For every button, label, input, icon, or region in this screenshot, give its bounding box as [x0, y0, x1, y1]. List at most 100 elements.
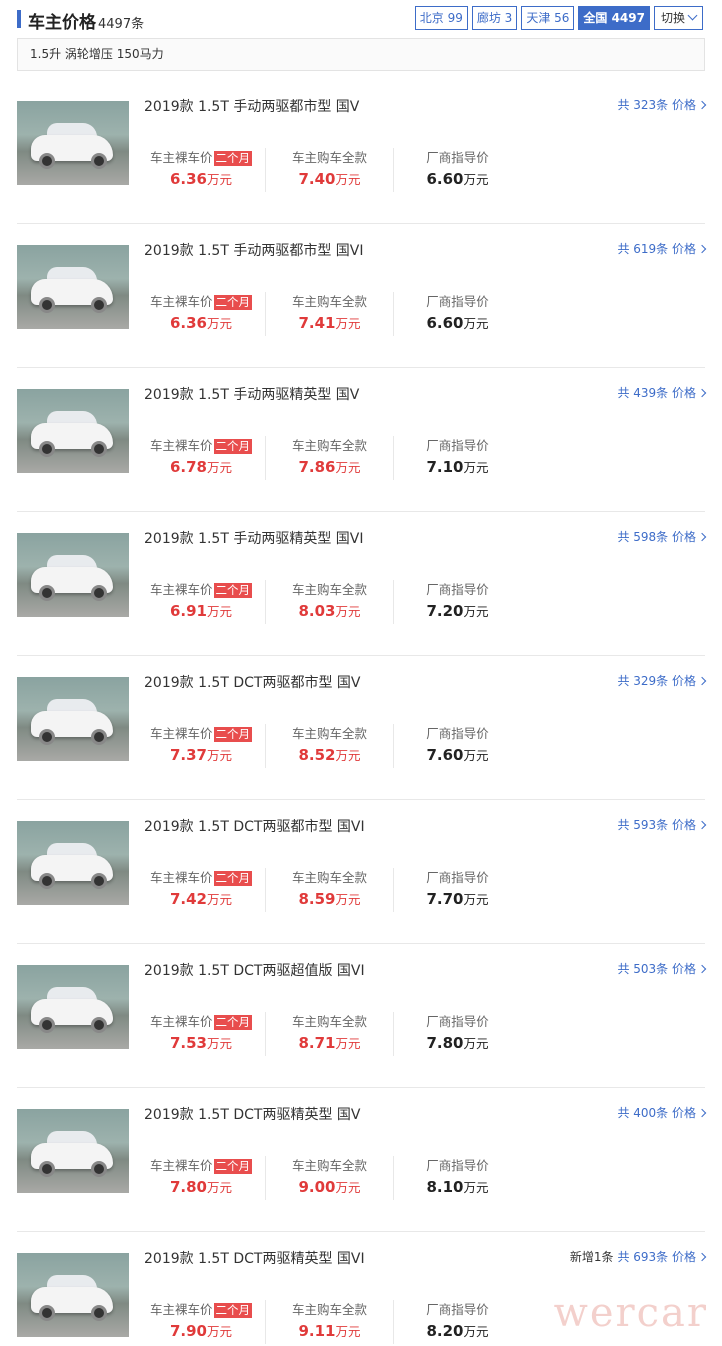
price-count-link[interactable]: 新增1条共 693条 价格: [569, 1248, 707, 1265]
value-text: 6.36: [169, 314, 207, 332]
period-badge: 二个月: [213, 727, 252, 742]
value-text: 7.60: [426, 746, 464, 764]
price-columns: 车主裸车价 二个月 6.36万元 车主购车全款 7.41万元 厂商指导价 6.60…: [137, 292, 521, 336]
guide-price-label: 厂商指导价: [426, 1302, 489, 1317]
price-count-link[interactable]: 共 323条 价格: [613, 96, 707, 113]
price-count-text: 共 323条 价格: [617, 98, 696, 112]
chevron-right-icon: [697, 100, 707, 110]
model-name[interactable]: 2019款 1.5T 手动两驱都市型 国VI: [144, 240, 364, 260]
guide-price-label: 厂商指导价: [426, 1158, 489, 1173]
value-text: 7.80: [426, 1034, 464, 1052]
value-text: 万元: [463, 172, 489, 187]
value-text: 万元: [335, 892, 361, 907]
price-columns: 车主裸车价 二个月 6.91万元 车主购车全款 8.03万元 厂商指导价 7.20…: [137, 580, 521, 624]
price-columns: 车主裸车价 二个月 7.37万元 车主购车全款 8.52万元 厂商指导价 7.60…: [137, 724, 521, 768]
period-badge: 二个月: [213, 583, 252, 598]
full-price-label: 车主购车全款: [291, 294, 367, 309]
list-item: 2019款 1.5T DCT两驱精英型 国V 共 400条 价格 车主裸车价 二个…: [17, 1088, 707, 1232]
full-price-value: 9.11万元: [266, 1320, 393, 1343]
value-text: 万元: [207, 172, 233, 187]
value-text: 万元: [463, 604, 489, 619]
guide-price-value: 7.20万元: [394, 600, 521, 623]
car-wheel-shape: [91, 1017, 107, 1033]
value-text: 万元: [335, 748, 361, 763]
guide-price-column: 厂商指导价 7.60万元: [393, 724, 521, 768]
guide-price-value: 7.10万元: [394, 456, 521, 479]
chevron-right-icon: [697, 1108, 707, 1118]
car-thumbnail[interactable]: [17, 821, 129, 905]
full-price-column: 车主购车全款 8.52万元: [265, 724, 393, 768]
guide-price-value: 8.20万元: [394, 1320, 521, 1343]
car-thumbnail[interactable]: [17, 389, 129, 473]
naked-price-value: 7.53万元: [137, 1032, 265, 1055]
naked-price-label: 车主裸车价: [149, 294, 213, 309]
value-text: 万元: [207, 460, 233, 475]
car-wheel-shape: [39, 873, 55, 889]
car-thumbnail[interactable]: [17, 245, 129, 329]
car-thumbnail[interactable]: [17, 677, 129, 761]
price-count-link[interactable]: 共 503条 价格: [613, 960, 707, 977]
full-price-value: 8.52万元: [266, 744, 393, 767]
price-count-link[interactable]: 共 439条 价格: [613, 384, 707, 401]
car-thumbnail[interactable]: [17, 965, 129, 1049]
region-langfang-button[interactable]: 廊坊 3: [471, 6, 518, 30]
model-name[interactable]: 2019款 1.5T 手动两驱精英型 国V: [144, 384, 359, 404]
model-name[interactable]: 2019款 1.5T DCT两驱都市型 国VI: [144, 816, 365, 836]
model-name[interactable]: 2019款 1.5T DCT两驱精英型 国VI: [144, 1248, 365, 1268]
price-count-link[interactable]: 共 329条 价格: [613, 672, 707, 689]
naked-price-label: 车主裸车价: [149, 1158, 213, 1173]
price-count-text: 共 693条 价格: [617, 1250, 696, 1264]
new-count: 新增1条: [569, 1250, 614, 1264]
chevron-right-icon: [697, 388, 707, 398]
model-name[interactable]: 2019款 1.5T DCT两驱超值版 国VI: [144, 960, 365, 980]
model-name[interactable]: 2019款 1.5T 手动两驱都市型 国V: [144, 96, 359, 116]
full-price-column: 车主购车全款 7.41万元: [265, 292, 393, 336]
switch-region-button[interactable]: 切换: [653, 6, 703, 30]
naked-price-label: 车主裸车价: [149, 438, 213, 453]
region-national-button[interactable]: 全国 4497: [578, 6, 650, 30]
guide-price-column: 厂商指导价 6.60万元: [393, 148, 521, 192]
region-beijing-button[interactable]: 北京 99: [414, 6, 468, 30]
list-item: 2019款 1.5T 手动两驱都市型 国VI 共 619条 价格 车主裸车价 二个…: [17, 224, 707, 368]
period-badge: 二个月: [213, 151, 252, 166]
car-wheel-shape: [91, 729, 107, 745]
guide-price-value: 8.10万元: [394, 1176, 521, 1199]
value-text: 7.90: [169, 1322, 207, 1340]
model-name[interactable]: 2019款 1.5T DCT两驱精英型 国V: [144, 1104, 360, 1124]
naked-price-value: 7.90万元: [137, 1320, 265, 1343]
region-tianjin-button[interactable]: 天津 56: [521, 6, 575, 30]
car-wheel-shape: [91, 1305, 107, 1321]
price-count-link[interactable]: 共 593条 价格: [613, 816, 707, 833]
price-count-link[interactable]: 共 598条 价格: [613, 528, 707, 545]
naked-price-label: 车主裸车价: [149, 870, 213, 885]
total-count: 4497条: [98, 17, 145, 32]
car-wheel-shape: [91, 873, 107, 889]
full-price-label: 车主购车全款: [291, 1302, 367, 1317]
value-text: 万元: [463, 1036, 489, 1051]
car-thumbnail[interactable]: [17, 533, 129, 617]
naked-price-column: 车主裸车价 二个月 7.90万元: [137, 1300, 265, 1344]
model-name[interactable]: 2019款 1.5T DCT两驱都市型 国V: [144, 672, 360, 692]
value-text: 7.86: [298, 458, 336, 476]
car-thumbnail[interactable]: [17, 1253, 129, 1337]
price-count-link[interactable]: 共 400条 价格: [613, 1104, 707, 1121]
full-price-label: 车主购车全款: [291, 150, 367, 165]
full-price-value: 7.40万元: [266, 168, 393, 191]
period-badge: 二个月: [213, 1015, 252, 1030]
period-badge: 二个月: [213, 1303, 252, 1318]
price-columns: 车主裸车价 二个月 6.78万元 车主购车全款 7.86万元 厂商指导价 7.10…: [137, 436, 521, 480]
watermark: wercar: [553, 1290, 708, 1336]
value-text: 8.03: [298, 602, 336, 620]
model-name[interactable]: 2019款 1.5T 手动两驱精英型 国VI: [144, 528, 364, 548]
full-price-value: 8.71万元: [266, 1032, 393, 1055]
guide-price-column: 厂商指导价 7.80万元: [393, 1012, 521, 1056]
car-thumbnail[interactable]: [17, 1109, 129, 1193]
value-text: 8.20: [426, 1322, 464, 1340]
value-text: 万元: [207, 316, 233, 331]
section-header: 车主价格 4497条 北京 99 廊坊 3 天津 56 全国 4497 切换: [0, 0, 722, 38]
guide-price-label: 厂商指导价: [426, 1014, 489, 1029]
guide-price-label: 厂商指导价: [426, 150, 489, 165]
price-count-link[interactable]: 共 619条 价格: [613, 240, 707, 257]
value-text: 7.42: [169, 890, 207, 908]
car-thumbnail[interactable]: [17, 101, 129, 185]
